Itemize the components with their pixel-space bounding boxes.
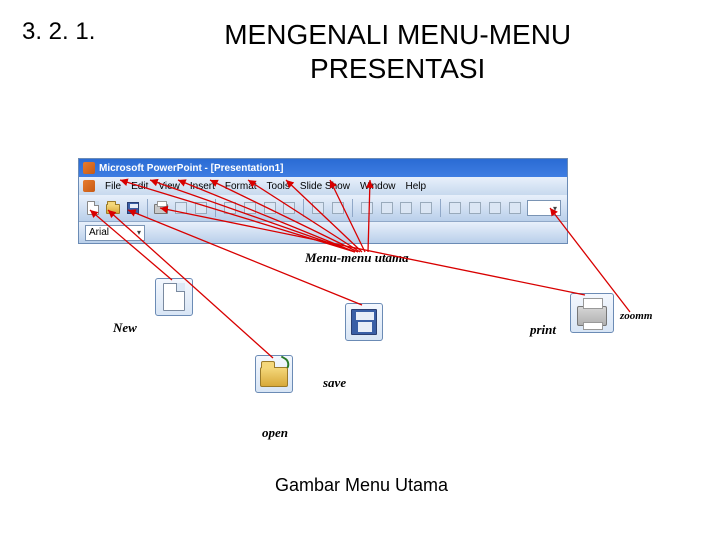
section-number: 3. 2. 1. (22, 18, 95, 46)
menu-file[interactable]: File (105, 181, 121, 192)
callout-new-icon (155, 278, 193, 316)
toolbar-divider (440, 199, 441, 217)
title-line-1: MENGENALI MENU-MENU (224, 19, 571, 50)
copy-button[interactable] (242, 199, 258, 217)
toolbar-divider (215, 199, 216, 217)
save-floppy-icon (351, 309, 377, 335)
formatting-toolbar: Arial ▾ (79, 221, 567, 243)
font-name-value: Arial (89, 227, 109, 238)
insert-hyperlink-button[interactable] (418, 199, 434, 217)
redo-button[interactable] (330, 199, 346, 217)
paste-button[interactable] (262, 199, 278, 217)
powerpoint-toolbar-screenshot: Microsoft PowerPoint - [Presentation1] F… (78, 158, 568, 244)
table-icon (381, 202, 393, 214)
callout-open-icon (255, 355, 293, 393)
spellcheck-icon (195, 202, 207, 214)
save-button[interactable] (125, 199, 141, 217)
new-button[interactable] (85, 199, 101, 217)
new-document-icon (163, 283, 185, 311)
window-titlebar: Microsoft PowerPoint - [Presentation1] (79, 159, 567, 177)
callout-save-icon (345, 303, 383, 341)
paste-icon (264, 202, 276, 214)
menu-tools[interactable]: Tools (267, 181, 290, 192)
heading-row: 3. 2. 1. MENGENALI MENU-MENU PRESENTASI (0, 0, 720, 85)
page-title: MENGENALI MENU-MENU PRESENTASI (155, 18, 720, 85)
hyperlink-icon (420, 202, 432, 214)
undo-button[interactable] (310, 199, 326, 217)
color-button[interactable] (507, 199, 523, 217)
chart-icon (361, 202, 373, 214)
printer-icon (154, 204, 168, 214)
print-preview-button[interactable] (173, 199, 189, 217)
powerpoint-logo-icon (83, 162, 95, 174)
print-button[interactable] (153, 199, 169, 217)
insert-chart-button[interactable] (359, 199, 375, 217)
tables-borders-button[interactable] (399, 199, 415, 217)
font-name-selector[interactable]: Arial ▾ (85, 225, 145, 241)
grid-icon (489, 202, 501, 214)
menu-insert[interactable]: Insert (190, 181, 215, 192)
open-folder-icon (260, 367, 288, 387)
printer-icon (577, 306, 607, 326)
toolbar-divider (303, 199, 304, 217)
undo-icon (312, 202, 324, 214)
preview-icon (175, 202, 187, 214)
label-zoom: zoomm (620, 310, 652, 322)
expand-all-button[interactable] (447, 199, 463, 217)
menu-view[interactable]: View (158, 181, 180, 192)
borders-icon (400, 202, 412, 214)
menu-help[interactable]: Help (406, 181, 427, 192)
window-title-text: Microsoft PowerPoint - [Presentation1] (99, 163, 283, 174)
menu-window[interactable]: Window (360, 181, 396, 192)
label-save: save (323, 375, 346, 391)
label-new: New (113, 320, 137, 336)
new-document-icon (87, 201, 99, 215)
color-icon (509, 202, 521, 214)
label-open: open (262, 425, 288, 441)
open-button[interactable] (105, 199, 121, 217)
label-print: print (530, 322, 556, 338)
label-menu-utama: Menu-menu utama (305, 250, 409, 266)
show-grid-button[interactable] (487, 199, 503, 217)
callout-print-icon (570, 293, 614, 333)
spelling-button[interactable] (193, 199, 209, 217)
show-formatting-button[interactable] (467, 199, 483, 217)
copy-icon (244, 202, 256, 214)
format-painter-button[interactable] (281, 199, 297, 217)
formatting-icon (469, 202, 481, 214)
open-folder-icon (106, 204, 120, 214)
cut-icon (224, 202, 236, 214)
chevron-down-icon: ▾ (137, 228, 141, 237)
figure-caption: Gambar Menu Utama (275, 475, 448, 496)
cut-button[interactable] (222, 199, 238, 217)
format-painter-icon (283, 202, 295, 214)
menu-bar: File Edit View Insert Format Tools Slide… (79, 177, 567, 195)
standard-toolbar: ▾ (79, 195, 567, 221)
expand-icon (449, 202, 461, 214)
chevron-down-icon: ▾ (553, 204, 557, 213)
powerpoint-doc-icon (83, 180, 95, 192)
toolbar-divider (352, 199, 353, 217)
toolbar-divider (147, 199, 148, 217)
title-line-2: PRESENTASI (310, 53, 485, 84)
menu-slideshow[interactable]: Slide Show (300, 181, 350, 192)
redo-icon (332, 202, 344, 214)
zoom-selector[interactable]: ▾ (527, 200, 561, 216)
save-floppy-icon (127, 202, 139, 214)
insert-table-button[interactable] (379, 199, 395, 217)
menu-format[interactable]: Format (225, 181, 257, 192)
menu-edit[interactable]: Edit (131, 181, 148, 192)
